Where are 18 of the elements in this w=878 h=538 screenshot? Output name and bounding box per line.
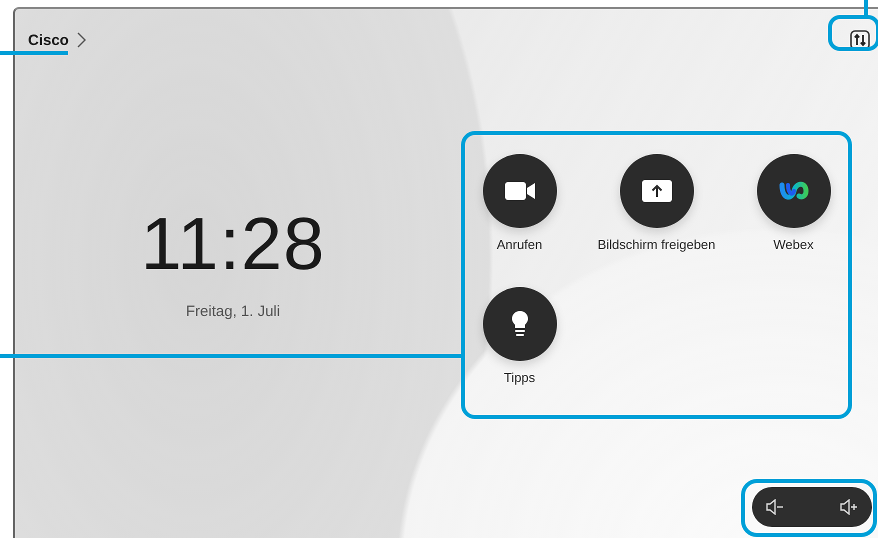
volume-up-icon: [840, 499, 858, 515]
webex-logo-icon: [778, 180, 808, 202]
app-button[interactable]: Anrufen: [451, 154, 588, 287]
volume-down-button[interactable]: [766, 499, 784, 515]
volume-down-icon: [766, 499, 784, 515]
lightbulb-icon: [512, 311, 528, 337]
clock-time: 11:28: [140, 207, 326, 281]
title-link[interactable]: Cisco: [28, 32, 86, 48]
app-button[interactable]: Bildschirm freigeben: [588, 154, 725, 287]
video-camera-icon: [504, 181, 534, 201]
volume-up-button[interactable]: [840, 499, 858, 515]
swap-arrows-icon[interactable]: [850, 30, 870, 50]
callout-frame: [828, 15, 878, 51]
chevron-right-icon: [76, 32, 86, 48]
screen-share-icon: [642, 180, 672, 202]
app-button[interactable]: Webex: [725, 154, 862, 287]
clock-date: Freitag, 1. Juli: [186, 303, 280, 320]
app-button[interactable]: Tipps: [451, 287, 588, 420]
